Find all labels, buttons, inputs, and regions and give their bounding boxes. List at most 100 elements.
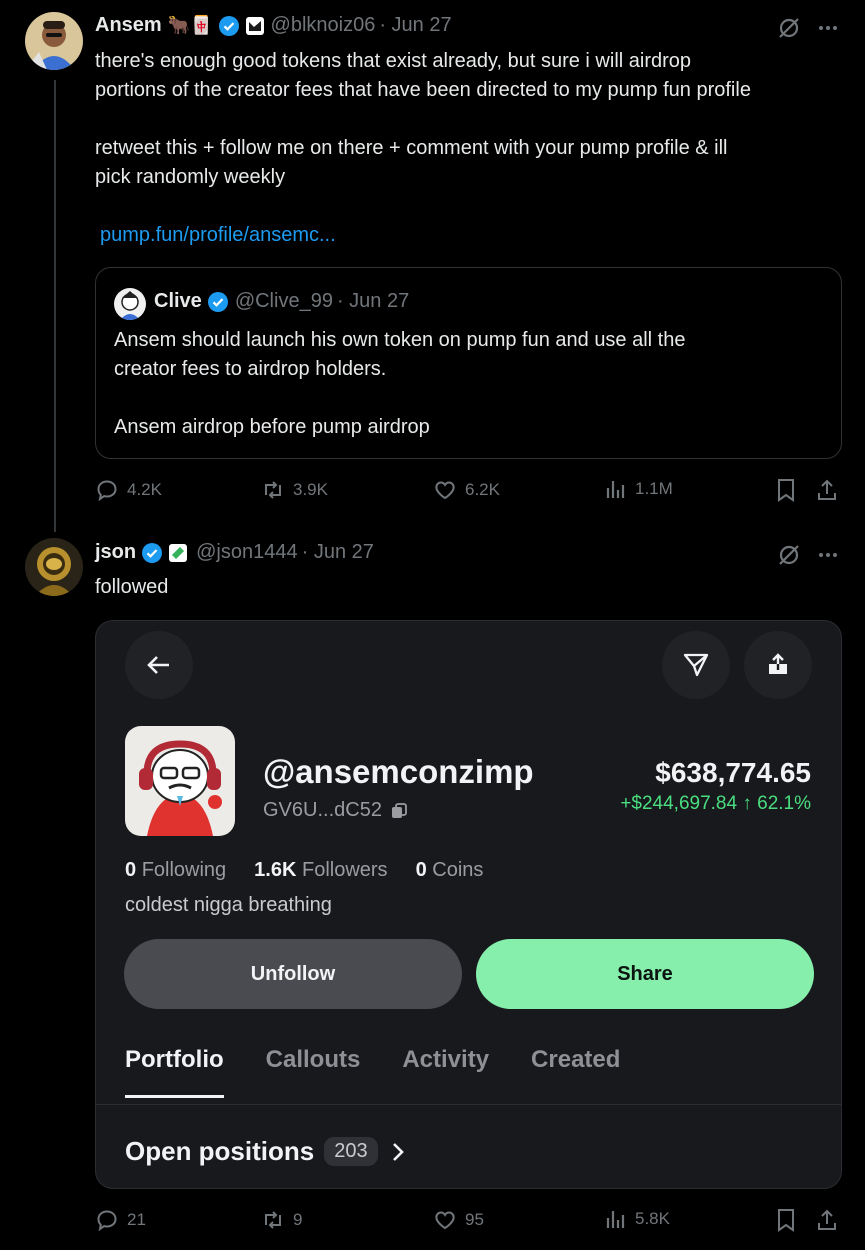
verified-badge-icon xyxy=(218,15,240,37)
tweet-date[interactable]: · Jun 27 xyxy=(302,541,374,564)
reply-icon xyxy=(97,1210,117,1232)
like-button[interactable]: 6.2K xyxy=(433,478,500,502)
upload-share-button xyxy=(744,631,812,699)
tweet-line: retweet this + follow me on there + comm… xyxy=(95,137,728,159)
repost-button[interactable]: 3.9K xyxy=(261,478,328,502)
tab-activity: Activity xyxy=(402,1046,490,1073)
profile-picture xyxy=(125,726,235,836)
portfolio-balance: $638,774.65 xyxy=(655,757,811,788)
reply-button[interactable]: 21 xyxy=(95,1208,146,1232)
view-count: 1.1M xyxy=(635,479,673,498)
affiliate-badge-icon xyxy=(245,16,265,36)
grok-icon[interactable] xyxy=(777,16,801,45)
tweet-date[interactable]: · Jun 27 xyxy=(379,14,451,37)
pump-profile-screenshot[interactable]: @ansemconzimp GV6U...dC52 $638,774.65 +$… xyxy=(95,620,842,1189)
tweet-line: pick randomly weekly xyxy=(95,166,286,188)
quoted-tweet-date: · Jun 27 xyxy=(336,290,410,312)
tweet-header: Ansem 🐂🀄 @blknoiz06 · Jun 27 xyxy=(95,14,452,37)
quoted-author-name: Clive xyxy=(154,290,202,312)
share-tweet-button[interactable] xyxy=(816,1208,838,1232)
repost-icon xyxy=(265,1211,281,1229)
send-icon xyxy=(683,653,709,677)
verified-badge-icon xyxy=(207,291,229,313)
author-name[interactable]: json xyxy=(95,541,136,564)
repost-count: 3.9K xyxy=(293,480,328,499)
tweet-body: there's enough good tokens that exist al… xyxy=(95,47,751,250)
views-icon xyxy=(606,481,625,498)
send-button xyxy=(662,631,730,699)
quoted-line: creator fees to airdrop holders. xyxy=(114,358,387,380)
back-arrow-icon xyxy=(147,656,169,674)
views-button[interactable]: 1.1M xyxy=(605,478,673,500)
wallet-address-text: GV6U...dC52 xyxy=(263,799,382,821)
tweet-link[interactable]: pump.fun/profile/ansemc... xyxy=(100,221,751,250)
like-button[interactable]: 95 xyxy=(433,1208,484,1232)
author-handle[interactable]: @blknoiz06 xyxy=(271,14,376,37)
more-options-icon[interactable] xyxy=(817,17,839,44)
chevron-right-icon xyxy=(392,1142,404,1161)
repost-icon xyxy=(265,481,281,499)
affiliate-badge-icon xyxy=(168,543,188,563)
views-icon xyxy=(606,1211,625,1228)
open-positions-row: Open positions 203 xyxy=(125,1136,408,1167)
share-icon xyxy=(818,479,836,500)
reply-button[interactable]: 4.2K xyxy=(95,478,162,502)
reply-count: 4.2K xyxy=(127,480,162,499)
verified-badge-icon xyxy=(141,542,163,564)
view-count: 5.8K xyxy=(635,1209,670,1228)
tab-callouts: Callouts xyxy=(265,1046,361,1073)
quoted-tweet[interactable]: Clive @Clive_99 · Jun 27 Ansem should la… xyxy=(95,267,842,459)
tweet-actions: 21 9 95 5.8K xyxy=(95,1208,840,1238)
tabs-divider xyxy=(96,1104,841,1105)
repost-button[interactable]: 9 xyxy=(261,1208,302,1232)
profile-tabs: Portfolio Callouts Activity Created xyxy=(125,1046,621,1098)
unfollow-button: Unfollow xyxy=(124,939,462,1009)
tab-created: Created xyxy=(531,1046,621,1073)
tweet-header: json @json1444 · Jun 27 xyxy=(95,541,374,564)
profile-stats: 0 Following 1.6K Followers 0 Coins xyxy=(125,859,483,882)
heart-icon xyxy=(435,1211,455,1230)
reply-icon xyxy=(97,480,117,502)
avatar-clive xyxy=(114,288,146,320)
tweet-line: portions of the creator fees that have b… xyxy=(95,79,751,101)
tab-portfolio: Portfolio xyxy=(125,1046,224,1098)
tweet-actions: 4.2K 3.9K 6.2K 1.1M xyxy=(95,478,840,508)
tweet-body: followed xyxy=(95,576,169,598)
quoted-line: Ansem airdrop before pump airdrop xyxy=(114,416,430,438)
grok-icon[interactable] xyxy=(777,543,801,572)
name-emoji: 🐂🀄 xyxy=(167,15,213,35)
heart-icon xyxy=(435,481,455,500)
thread-line xyxy=(54,80,56,532)
copy-icon xyxy=(391,802,407,818)
avatar-ansem[interactable] xyxy=(25,12,83,70)
reply-count: 21 xyxy=(127,1210,146,1229)
repost-count: 9 xyxy=(293,1210,303,1229)
open-positions-label: Open positions xyxy=(125,1136,315,1166)
author-handle[interactable]: @json1444 xyxy=(196,541,297,564)
share-tweet-button[interactable] xyxy=(816,478,838,502)
more-options-icon[interactable] xyxy=(817,544,839,571)
avatar-json[interactable] xyxy=(25,538,83,596)
share-icon xyxy=(818,1209,836,1230)
author-name[interactable]: Ansem xyxy=(95,14,162,37)
profile-handle: @ansemconzimp xyxy=(263,753,534,790)
back-button xyxy=(125,631,193,699)
following-stat: 0 Following xyxy=(125,859,227,881)
tweet-line: there's enough good tokens that exist al… xyxy=(95,50,692,72)
followers-stat: 1.6K Followers xyxy=(254,859,388,881)
bookmark-icon xyxy=(778,1209,794,1232)
wallet-address: GV6U...dC52 xyxy=(263,799,408,822)
like-count: 95 xyxy=(465,1210,484,1229)
portfolio-change: +$244,697.84 ↑ 62.1% xyxy=(620,793,811,814)
quoted-line: Ansem should launch his own token on pum… xyxy=(114,329,686,351)
bookmark-button[interactable] xyxy=(775,478,797,502)
upload-icon xyxy=(769,653,787,674)
like-count: 6.2K xyxy=(465,480,500,499)
profile-bio: coldest nigga breathing xyxy=(125,894,332,916)
share-profile-button: Share xyxy=(476,939,814,1009)
positions-count: 203 xyxy=(324,1137,378,1166)
quoted-author-handle: @Clive_99 xyxy=(234,290,333,312)
bookmark-button[interactable] xyxy=(775,1208,797,1232)
bookmark-icon xyxy=(778,479,794,502)
views-button[interactable]: 5.8K xyxy=(605,1208,670,1230)
